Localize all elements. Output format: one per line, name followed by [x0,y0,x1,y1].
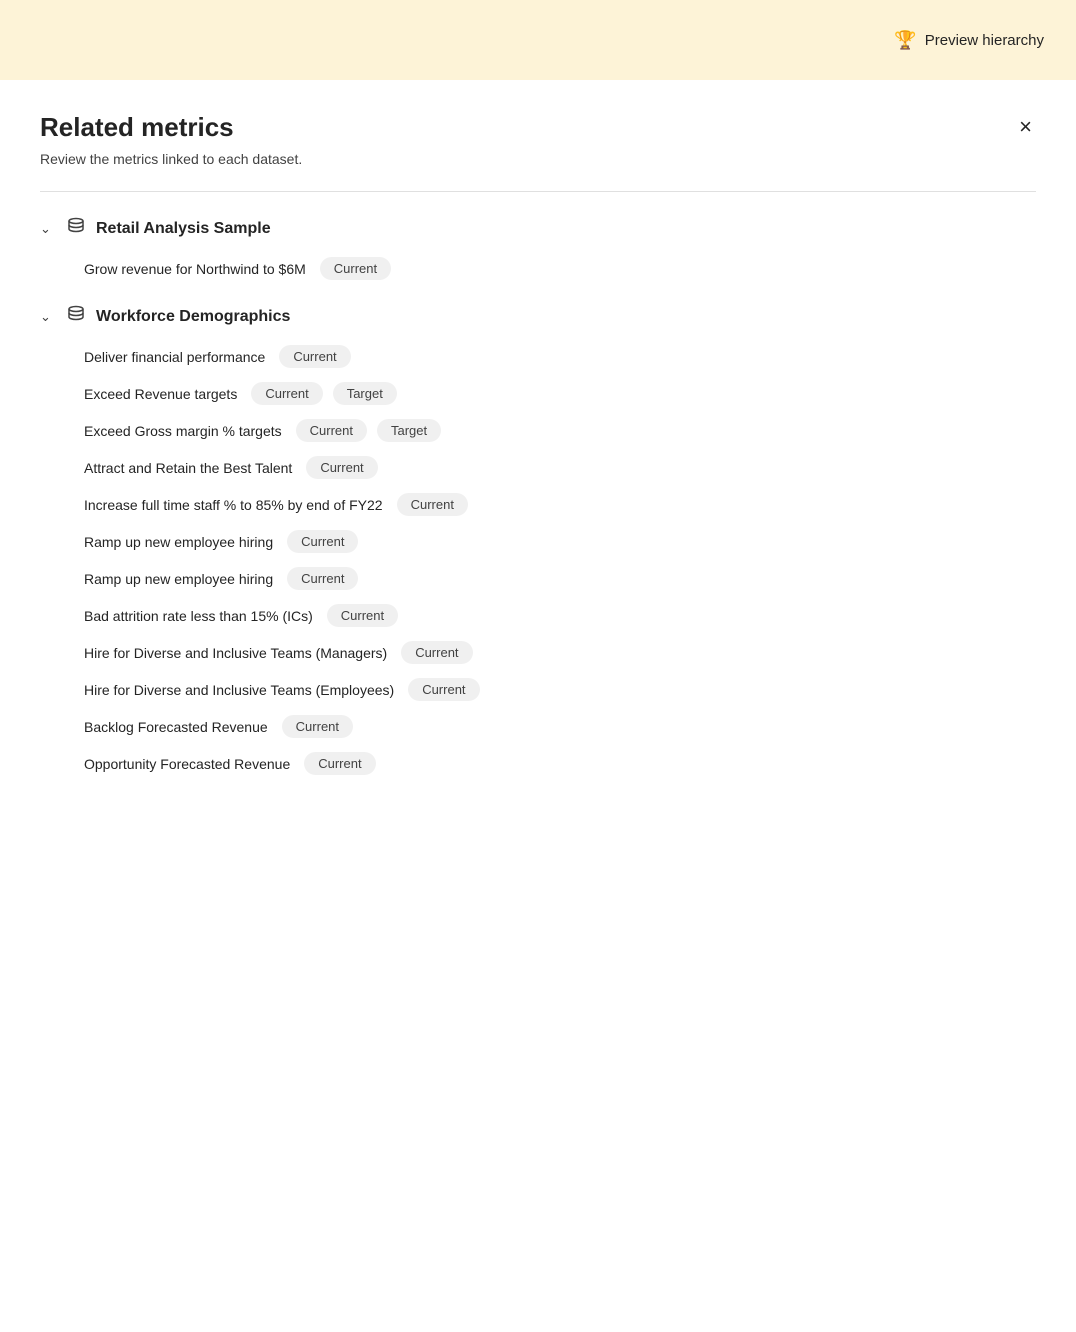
metric-label: Attract and Retain the Best Talent [84,460,292,476]
badge-current[interactable]: Current [327,604,398,627]
badge-current[interactable]: Current [296,419,367,442]
metric-label: Increase full time staff % to 85% by end… [84,497,383,513]
metric-rows-workforce: Deliver financial performanceCurrentExce… [40,345,1036,775]
dataset-section-workforce: ⌄ Workforce Demographics Deliver financi… [40,304,1036,775]
dataset-section-retail: ⌄ Retail Analysis Sample Grow revenue fo… [40,216,1036,280]
metric-label: Hire for Diverse and Inclusive Teams (Ma… [84,645,387,661]
metric-row: Opportunity Forecasted Revenue Current [84,752,1036,775]
metric-row: Hire for Diverse and Inclusive Teams (Ma… [84,641,1036,664]
badge-current[interactable]: Current [287,530,358,553]
panel-header: Related metrics × [40,112,1036,143]
badge-current[interactable]: Current [304,752,375,775]
metric-label: Ramp up new employee hiring [84,571,273,587]
dataset-header-workforce[interactable]: ⌄ Workforce Demographics [40,304,1036,329]
metric-label: Deliver financial performance [84,349,265,365]
metric-row: Backlog Forecasted Revenue Current [84,715,1036,738]
dataset-name-retail: Retail Analysis Sample [96,220,271,238]
badge-target[interactable]: Target [377,419,441,442]
dataset-header-retail[interactable]: ⌄ Retail Analysis Sample [40,216,1036,241]
badge-target[interactable]: Target [333,382,397,405]
metric-row: Ramp up new employee hiring Current [84,567,1036,590]
metric-row: Bad attrition rate less than 15% (ICs) Cu… [84,604,1036,627]
badge-current[interactable]: Current [401,641,472,664]
badge-current[interactable]: Current [408,678,479,701]
metric-label: Exceed Gross margin % targets [84,423,282,439]
badge-current[interactable]: Current [397,493,468,516]
badge-current[interactable]: Current [282,715,353,738]
divider [40,191,1036,192]
preview-hierarchy-label: Preview hierarchy [925,32,1044,49]
metric-label: Exceed Revenue targets [84,386,237,402]
metric-row: Exceed Gross margin % targets Current Targ… [84,419,1036,442]
metric-label: Grow revenue for Northwind to $6M [84,261,306,277]
badge-current[interactable]: Current [306,456,377,479]
metric-row: Increase full time staff % to 85% by end… [84,493,1036,516]
metric-label: Opportunity Forecasted Revenue [84,756,290,772]
metric-row: Attract and Retain the Best Talent Curren… [84,456,1036,479]
chevron-down-icon: ⌄ [40,221,56,237]
database-icon [66,304,86,329]
badge-current[interactable]: Current [251,382,322,405]
metric-row: Exceed Revenue targets Current Target [84,382,1036,405]
chevron-down-icon: ⌄ [40,309,56,325]
metric-rows-retail: Grow revenue for Northwind to $6M Current [40,257,1036,280]
metric-row: Deliver financial performance Current [84,345,1036,368]
trophy-icon: 🏆 [894,30,916,51]
metric-row: Ramp up new employee hiring Current [84,530,1036,553]
related-metrics-panel: Related metrics × Review the metrics lin… [0,80,1076,839]
badge-current[interactable]: Current [279,345,350,368]
preview-hierarchy-button[interactable]: 🏆 Preview hierarchy [894,30,1044,51]
metric-row: Grow revenue for Northwind to $6M Current [84,257,1036,280]
dataset-name-workforce: Workforce Demographics [96,308,290,326]
datasets-container: ⌄ Retail Analysis Sample Grow revenue fo… [40,216,1036,775]
close-button[interactable]: × [1015,112,1036,142]
panel-subtitle: Review the metrics linked to each datase… [40,151,1036,167]
badge-current[interactable]: Current [287,567,358,590]
metric-label: Bad attrition rate less than 15% (ICs) [84,608,313,624]
metric-label: Hire for Diverse and Inclusive Teams (Em… [84,682,394,698]
top-bar: 🏆 Preview hierarchy [0,0,1076,80]
database-icon [66,216,86,241]
panel-title: Related metrics [40,112,234,143]
metric-label: Backlog Forecasted Revenue [84,719,268,735]
badge-current[interactable]: Current [320,257,391,280]
metric-row: Hire for Diverse and Inclusive Teams (Em… [84,678,1036,701]
metric-label: Ramp up new employee hiring [84,534,273,550]
